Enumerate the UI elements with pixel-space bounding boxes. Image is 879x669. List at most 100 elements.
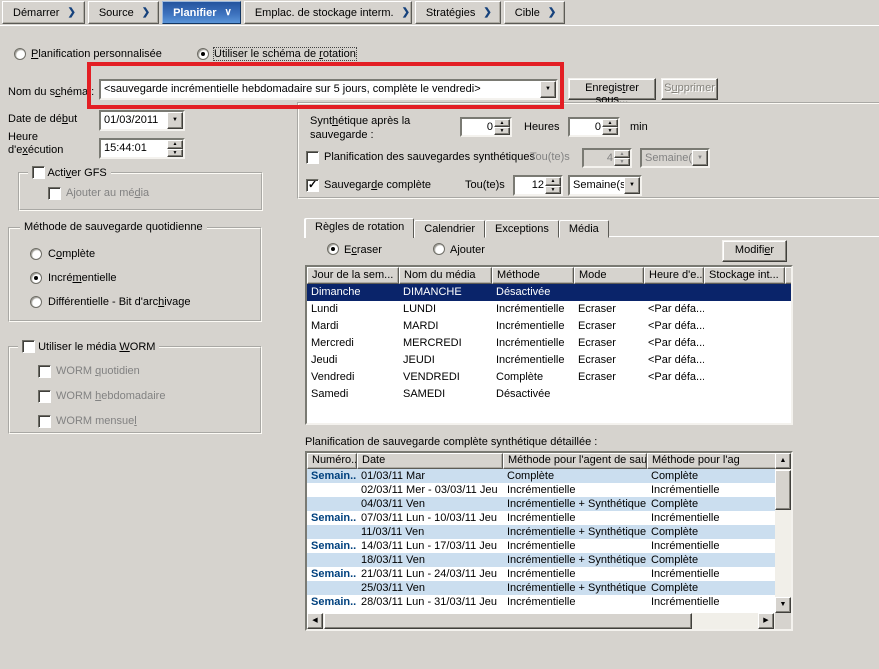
detail-table-row[interactable]: 02/03/11 Mer - 03/03/11 Jeu Incrémentiel… xyxy=(307,483,791,497)
synthetic-plan-checkbox[interactable] xyxy=(306,151,319,164)
horizontal-scrollbar-thumb[interactable] xyxy=(324,613,692,629)
column-header[interactable]: Numéro... xyxy=(307,453,357,469)
append-radio[interactable] xyxy=(433,243,445,255)
wizard-tab[interactable]: Emplac. de stockage interm. ❯ xyxy=(244,1,412,24)
column-header[interactable]: Jour de la sem... xyxy=(307,267,399,284)
detail-table-row[interactable]: Semain... 01/03/11 Mar Complète Complète xyxy=(307,469,791,483)
spinner-down-icon[interactable]: ▼ xyxy=(494,127,510,135)
column-header[interactable]: Nom du média xyxy=(399,267,492,284)
cell-agent-method: Incrémentielle + Synthétique xyxy=(503,581,647,595)
scroll-down-icon[interactable]: ▼ xyxy=(775,597,791,613)
cell-week: Semain... xyxy=(307,595,357,609)
rotation-table-row[interactable]: Dimanche DIMANCHE Désactivée xyxy=(307,284,791,301)
save-as-button[interactable]: Enregistrer sous... xyxy=(568,78,656,100)
delete-button[interactable]: Supprimer xyxy=(661,78,718,100)
wizard-tab[interactable]: Démarrer ❯ xyxy=(2,1,85,24)
full-backup-label: Sauvegarde complète xyxy=(324,179,431,191)
wizard-tab-label: Emplac. de stockage interm. xyxy=(255,7,394,19)
column-header[interactable]: Méthode pour l'ag xyxy=(647,453,791,469)
plan-every-value: 4 xyxy=(584,150,616,166)
detail-table-row[interactable]: Semain... 14/03/11 Lun - 17/03/11 Jeu In… xyxy=(307,539,791,553)
rotation-table-row[interactable]: Jeudi JEUDI Incrémentielle Ecraser <Par … xyxy=(307,352,791,369)
synthetic-min-spinner[interactable]: 0 ▲ ▼ xyxy=(568,117,620,137)
scroll-up-icon[interactable]: ▲ xyxy=(775,453,791,469)
column-header[interactable]: Date xyxy=(357,453,503,469)
cell-time: <Par défa... xyxy=(644,369,704,386)
gfs-append-label: Ajouter au média xyxy=(66,187,149,199)
detail-table-row[interactable]: Semain... 21/03/11 Lun - 24/03/11 Jeu In… xyxy=(307,567,791,581)
cell-time: <Par défa... xyxy=(644,352,704,369)
column-header[interactable]: Mode xyxy=(574,267,644,284)
scheme-name-combobox[interactable]: <sauvegarde incrémentielle hebdomadaire … xyxy=(99,79,558,100)
method-incremental-radio[interactable] xyxy=(30,272,42,284)
cell-agent-method: Incrémentielle xyxy=(503,539,647,553)
method-complete-radio[interactable] xyxy=(30,248,42,260)
gfs-checkbox[interactable] xyxy=(32,166,45,179)
cell-agent-method: Incrémentielle xyxy=(503,595,647,609)
method-differential-radio[interactable] xyxy=(30,296,42,308)
chevron-down-icon[interactable]: ▼ xyxy=(624,177,640,194)
exec-time-spinner[interactable]: 15:44:01 ▲ ▼ xyxy=(99,138,185,159)
cell-method: Incrémentielle xyxy=(647,595,763,609)
wizard-tab[interactable]: Source ❯ xyxy=(88,1,159,24)
rotation-table-row[interactable]: Mercredi MERCREDI Incrémentielle Ecraser… xyxy=(307,335,791,352)
detail-table-row[interactable]: Semain... 28/03/11 Lun - 31/03/11 Jeu In… xyxy=(307,595,791,609)
cell-media: SAMEDI xyxy=(399,386,492,403)
cell-date: 28/03/11 Lun - 31/03/11 Jeu xyxy=(357,595,503,609)
spinner-up-icon[interactable]: ▲ xyxy=(545,177,561,186)
spinner-up-icon[interactable]: ▲ xyxy=(167,140,183,149)
rotation-tab[interactable]: Calendrier xyxy=(414,220,485,238)
cell-method: Incrémentielle xyxy=(492,335,574,352)
scroll-right-icon[interactable]: ▶ xyxy=(758,613,774,629)
detail-table-row[interactable]: 18/03/11 Ven Incrémentielle + Synthétiqu… xyxy=(307,553,791,567)
chevron-down-icon[interactable]: ▼ xyxy=(167,112,183,129)
cell-method: Incrémentielle xyxy=(647,539,763,553)
column-header[interactable]: Méthode pour l'agent de sau... xyxy=(503,453,647,469)
cell-method: Incrémentielle xyxy=(492,318,574,335)
wizard-tab[interactable]: Cible ❯ xyxy=(504,1,565,24)
detail-table-row[interactable]: Semain... 07/03/11 Lun - 10/03/11 Jeu In… xyxy=(307,511,791,525)
rotation-tab[interactable]: Média xyxy=(559,220,609,238)
modify-button[interactable]: Modifier xyxy=(722,240,787,262)
detail-table-row[interactable]: 11/03/11 Ven Incrémentielle + Synthétiqu… xyxy=(307,525,791,539)
overwrite-radio[interactable] xyxy=(327,243,339,255)
scroll-left-icon[interactable]: ◀ xyxy=(307,613,323,629)
full-every-spinner[interactable]: 12 ▲ ▼ xyxy=(513,175,563,196)
rotation-tab[interactable]: Exceptions xyxy=(485,220,559,238)
rotation-scheme-radio[interactable] xyxy=(197,48,209,60)
vertical-scrollbar-thumb[interactable] xyxy=(775,470,791,510)
detail-table-row[interactable]: 04/03/11 Ven Incrémentielle + Synthétiqu… xyxy=(307,497,791,511)
full-backup-checkbox[interactable] xyxy=(306,179,319,192)
column-header[interactable]: Méthode xyxy=(492,267,574,284)
rotation-tab[interactable]: Règles de rotation xyxy=(305,218,414,238)
column-header[interactable]: Heure d'e... xyxy=(644,267,704,284)
cell-method: Incrémentielle xyxy=(647,483,763,497)
rotation-table-row[interactable]: Mardi MARDI Incrémentielle Ecraser <Par … xyxy=(307,318,791,335)
spinner-down-icon[interactable]: ▼ xyxy=(545,186,561,195)
column-header[interactable]: Stockage int... xyxy=(704,267,785,284)
spinner-down-icon[interactable]: ▼ xyxy=(167,149,183,158)
spinner-up-icon[interactable]: ▲ xyxy=(602,119,618,127)
start-date-combobox[interactable]: 01/03/2011 ▼ xyxy=(99,110,185,131)
cell-mode: Ecraser xyxy=(574,352,644,369)
daily-method-title: Méthode de sauvegarde quotidienne xyxy=(20,221,207,233)
synthetic-hours-spinner[interactable]: 0 ▲ ▼ xyxy=(460,117,512,137)
wizard-tab[interactable]: Planifier ∨ xyxy=(162,1,241,24)
rotation-table-row[interactable]: Vendredi VENDREDI Complète Ecraser <Par … xyxy=(307,369,791,386)
spinner-down-icon[interactable]: ▼ xyxy=(602,127,618,135)
cell-time: <Par défa... xyxy=(644,335,704,352)
wizard-tab[interactable]: Stratégies ❯ xyxy=(415,1,501,24)
detail-table-row[interactable]: 25/03/11 Ven Incrémentielle + Synthétiqu… xyxy=(307,581,791,595)
cell-media: MARDI xyxy=(399,318,492,335)
column-header[interactable] xyxy=(785,267,793,284)
rotation-table-row[interactable]: Samedi SAMEDI Désactivée xyxy=(307,386,791,403)
chevron-down-icon[interactable]: ▼ xyxy=(540,81,556,98)
chevron-icon: ❯ xyxy=(142,7,150,18)
cell-date: 18/03/11 Ven xyxy=(357,553,503,567)
cell-media: MERCREDI xyxy=(399,335,492,352)
spinner-up-icon[interactable]: ▲ xyxy=(494,119,510,127)
worm-use-checkbox[interactable] xyxy=(22,340,35,353)
rotation-table-row[interactable]: Lundi LUNDI Incrémentielle Ecraser <Par … xyxy=(307,301,791,318)
custom-plan-radio[interactable] xyxy=(14,48,26,60)
full-unit-combobox[interactable]: Semaine(s) ▼ xyxy=(568,175,642,196)
